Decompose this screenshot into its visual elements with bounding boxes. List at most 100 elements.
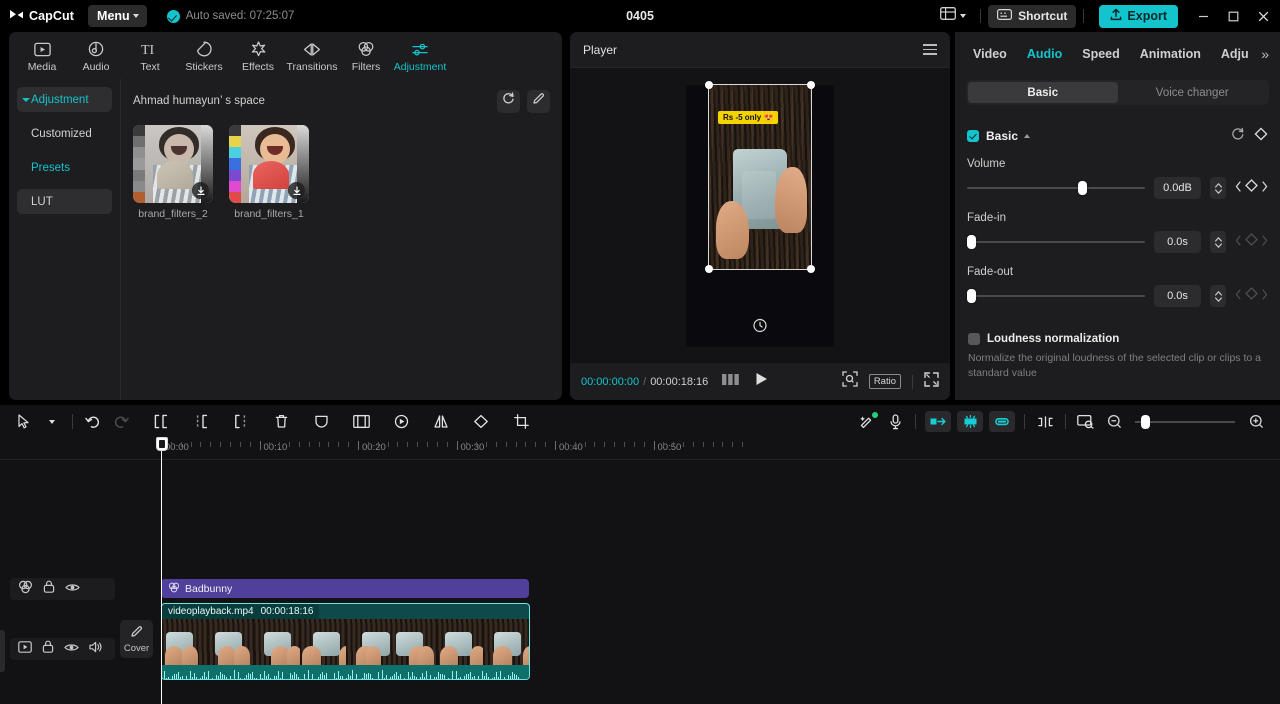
split-left-button[interactable] [147,408,175,436]
keyframe-icon[interactable] [1245,233,1258,251]
tool-dropdown[interactable] [38,408,66,436]
keyframe-next-icon[interactable] [1261,233,1268,251]
fade-in-slider[interactable] [967,235,1145,249]
keyframe-icon[interactable] [1254,126,1268,146]
zoom-out-button[interactable] [1100,408,1128,436]
chevron-up-icon[interactable] [1024,134,1031,138]
timeline-zoom-slider[interactable] [1135,414,1235,429]
zoom-knob[interactable] [1141,414,1150,429]
loudness-checkbox[interactable] [968,333,980,345]
segment-voice-changer[interactable]: Voice changer [1118,82,1268,103]
chevron-right-double-icon[interactable]: » [1261,46,1272,62]
keyframe-out-button[interactable] [989,411,1015,432]
tab-audio[interactable]: Audio [1017,39,1072,69]
tab-speed[interactable]: Speed [1072,39,1130,69]
filters-icon[interactable] [18,580,33,599]
video-icon[interactable] [18,640,32,658]
eye-icon[interactable] [65,580,80,598]
slider-knob[interactable] [967,235,976,249]
layout-button[interactable] [933,4,973,28]
tab-text[interactable]: TI Text [123,37,177,73]
export-button[interactable]: Export [1099,4,1178,28]
audio-clip[interactable]: Badbunny [161,579,529,598]
zoom-in-button[interactable] [1242,408,1270,436]
keyframe-icon[interactable] [1245,287,1258,305]
split-clip-button[interactable] [1031,408,1059,436]
zoom-fit-icon[interactable] [842,371,858,392]
basic-checkbox[interactable] [967,130,979,142]
keyframe-in-button[interactable] [925,411,951,432]
edit-button[interactable] [527,89,550,113]
lock-icon[interactable] [42,640,54,658]
refresh-button[interactable] [497,89,520,113]
keyframe-mid-button[interactable] [957,411,983,432]
volume-value[interactable]: 0.0dB [1153,177,1202,199]
tab-adju[interactable]: Adju [1211,39,1259,69]
tab-effects[interactable]: Effects [231,37,285,73]
slider-knob[interactable] [967,289,976,303]
select-tool[interactable] [10,408,38,436]
undo-button[interactable] [79,408,107,436]
timeline-ruler[interactable]: 00:00 00:10 00:20 00:30 00:40 00:50 [0,438,1280,460]
rotate-button[interactable] [467,408,495,436]
slider-knob[interactable] [1078,181,1088,195]
preview-button[interactable] [1072,408,1100,436]
tab-audio[interactable]: Audio [69,37,123,73]
keyframe-prev-icon[interactable] [1235,179,1242,197]
shortcut-button[interactable]: Shortcut [988,4,1077,28]
tab-animation[interactable]: Animation [1130,39,1211,69]
close-button[interactable] [1248,0,1278,32]
keyframe-prev-icon[interactable] [1235,287,1242,305]
reset-transform-icon[interactable] [753,318,768,333]
sidebar-item-lut[interactable]: LUT [17,189,112,214]
reset-icon[interactable] [1231,127,1245,146]
sidebar-item-presets[interactable]: Presets [17,155,112,180]
minimize-button[interactable] [1188,0,1218,32]
tab-filters[interactable]: Filters [339,37,393,73]
lock-icon[interactable] [43,580,55,598]
frames-icon[interactable] [722,373,740,391]
tab-video[interactable]: Video [963,39,1017,69]
keyframe-next-icon[interactable] [1261,179,1268,197]
panel-collapse-handle[interactable] [0,630,5,672]
fade-out-slider[interactable] [967,289,1145,303]
maximize-button[interactable] [1218,0,1248,32]
mirror-button[interactable] [427,408,455,436]
video-clip[interactable]: videoplayback.mp4 00:00:18:16 [161,603,530,680]
sidebar-item-customized[interactable]: Customized [17,121,112,146]
hamburger-icon[interactable] [923,44,937,55]
fade-out-value[interactable]: 0.0s [1153,285,1202,307]
filter-thumbnail[interactable] [229,125,309,203]
tab-media[interactable]: Media [15,37,69,73]
magic-tool-button[interactable] [853,408,881,436]
ratio-button[interactable]: Ratio [868,374,901,389]
fullscreen-icon[interactable] [924,371,939,392]
playhead-handle[interactable] [155,437,168,451]
play-button[interactable] [755,372,768,391]
redo-button[interactable] [107,408,135,436]
current-time[interactable]: 00:00:00:00 [581,376,639,388]
download-icon[interactable] [192,182,209,199]
tab-transitions[interactable]: Transitions [285,37,339,73]
keyframe-icon[interactable] [1245,179,1258,197]
keyframe-next-icon[interactable] [1261,287,1268,305]
list-item[interactable]: brand_filters_1 [229,125,309,220]
eye-icon[interactable] [64,640,79,658]
crop-frame-button[interactable] [347,408,375,436]
download-icon[interactable] [288,182,305,199]
volume-slider[interactable] [967,181,1145,195]
sidebar-item-adjustment[interactable]: Adjustment [17,87,112,112]
split-center-button[interactable] [187,408,215,436]
speaker-icon[interactable] [89,640,103,658]
speed-button[interactable] [387,408,415,436]
tab-stickers[interactable]: Stickers [177,37,231,73]
keyframe-prev-icon[interactable] [1235,233,1242,251]
delete-button[interactable] [267,408,295,436]
cover-button[interactable]: Cover [120,620,153,658]
text-overlay[interactable]: Rs -5 only 😍 [718,110,779,124]
record-button[interactable] [881,408,909,436]
fade-in-stepper[interactable] [1210,231,1226,253]
tab-adjustment[interactable]: Adjustment [393,37,447,73]
menu-button[interactable]: Menu [88,5,147,27]
list-item[interactable]: brand_filters_2 [133,125,213,220]
